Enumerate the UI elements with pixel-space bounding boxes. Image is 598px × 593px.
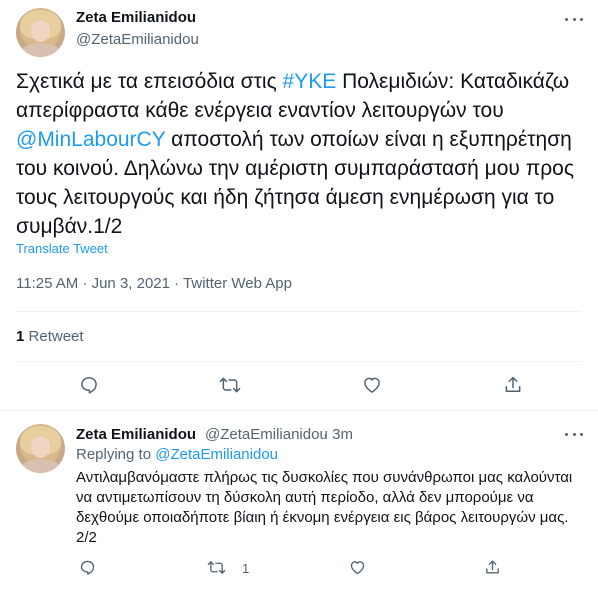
divider: [16, 361, 582, 362]
share-icon[interactable]: [502, 374, 524, 396]
tweet-timestamp[interactable]: 11:25 AM · Jun 3, 2021 · Twitter Web App: [16, 275, 292, 292]
share-icon[interactable]: [483, 558, 501, 576]
author-handle[interactable]: @ZetaEmilianidou: [205, 426, 328, 443]
retweet-icon[interactable]: [206, 558, 226, 576]
avatar[interactable]: [16, 8, 65, 57]
more-icon[interactable]: [565, 16, 583, 22]
more-icon[interactable]: [565, 431, 583, 437]
like-icon[interactable]: [361, 374, 383, 396]
retweet-count: 1: [242, 561, 250, 576]
avatar[interactable]: [16, 424, 65, 473]
like-icon[interactable]: [348, 558, 366, 576]
tweet-text: Σχετικά με τα επεισόδια στις #ΥΚΕ Πολεμι…: [16, 70, 574, 238]
divider: [16, 311, 582, 312]
author-name[interactable]: Zeta Emilianidou: [76, 9, 196, 26]
retweet-count[interactable]: 1 Retweet: [16, 328, 84, 345]
reply-icon[interactable]: [78, 558, 96, 576]
reply-text: Αντιλαμβανόμαστε πλήρως τις δυσκολίες πο…: [76, 469, 573, 546]
author-handle[interactable]: @ZetaEmilianidou: [76, 31, 199, 48]
divider: [0, 410, 598, 411]
retweet-icon[interactable]: [219, 374, 241, 396]
tweet-time[interactable]: · 3m: [323, 426, 353, 443]
author-name[interactable]: Zeta Emilianidou: [76, 426, 196, 443]
mention-link[interactable]: @MinLabourCY: [16, 128, 165, 151]
replying-to: Replying to @ZetaEmilianidou: [76, 446, 279, 463]
hashtag-link[interactable]: #ΥΚΕ: [283, 70, 337, 93]
translate-tweet-link[interactable]: Translate Tweet: [16, 241, 108, 256]
reply-icon[interactable]: [78, 374, 100, 396]
replying-to-handle[interactable]: @ZetaEmilianidou: [155, 446, 278, 463]
